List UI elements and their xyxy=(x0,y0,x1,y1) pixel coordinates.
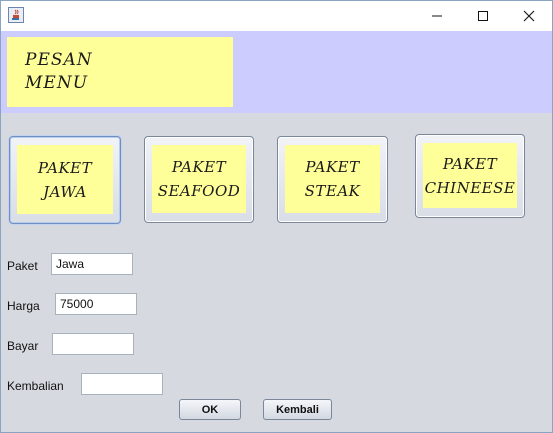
close-icon xyxy=(523,10,535,22)
paket-steak-label: PAKET STEAK xyxy=(285,145,380,213)
paket-label: Paket xyxy=(7,259,38,273)
close-button[interactable] xyxy=(506,1,552,31)
title-bar[interactable] xyxy=(1,1,552,31)
minimize-button[interactable] xyxy=(414,1,460,31)
java-coffee-icon xyxy=(8,7,24,23)
kembalian-label: Kembalian xyxy=(7,379,64,393)
app-window: PESAN MENU PAKET JAWA PAKET SEAFOOD PAKE… xyxy=(0,0,553,433)
page-title: PESAN MENU xyxy=(7,37,233,107)
paket-chineese-button[interactable]: PAKET CHINEESE xyxy=(415,134,525,218)
minimize-icon xyxy=(432,15,442,17)
bayar-field[interactable] xyxy=(52,333,134,355)
kembalian-field[interactable] xyxy=(81,373,163,395)
bayar-label: Bayar xyxy=(7,339,39,353)
ok-button[interactable]: OK xyxy=(179,399,241,420)
paket-steak-button[interactable]: PAKET STEAK xyxy=(277,136,388,223)
maximize-icon xyxy=(478,11,488,21)
harga-field[interactable] xyxy=(55,293,137,315)
paket-seafood-label: PAKET SEAFOOD xyxy=(152,145,246,213)
kembali-button[interactable]: Kembali xyxy=(263,399,332,420)
paket-field[interactable] xyxy=(51,253,133,275)
maximize-button[interactable] xyxy=(460,1,506,31)
harga-label: Harga xyxy=(7,299,40,313)
paket-seafood-button[interactable]: PAKET SEAFOOD xyxy=(144,136,254,223)
paket-jawa-label: PAKET JAWA xyxy=(17,145,113,214)
paket-chineese-label: PAKET CHINEESE xyxy=(423,143,517,208)
paket-jawa-button[interactable]: PAKET JAWA xyxy=(9,136,121,224)
